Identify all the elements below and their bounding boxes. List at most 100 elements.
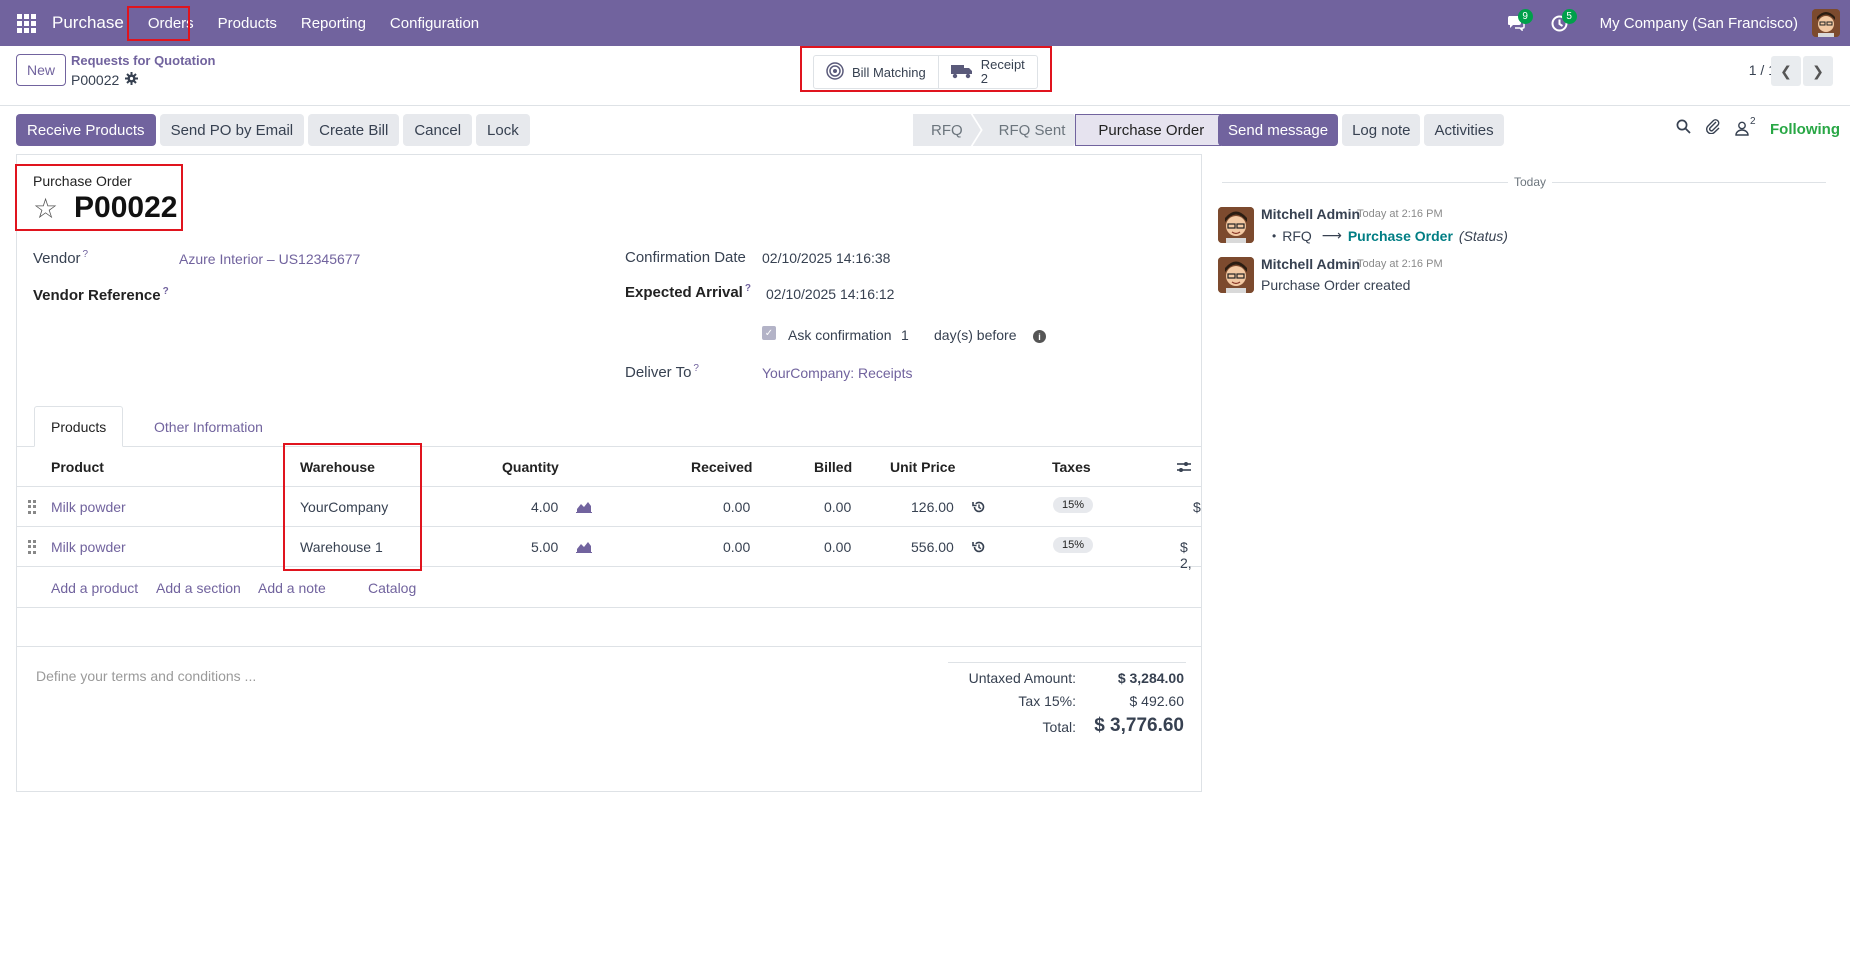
ask-confirmation-checkbox[interactable]: ✓ — [762, 326, 776, 340]
breadcrumb-parent[interactable]: Requests for Quotation — [71, 53, 215, 68]
notebook-tabs: Products Other Information — [16, 406, 1202, 447]
apps-menu-icon[interactable] — [0, 0, 52, 46]
row-warehouse[interactable]: Warehouse 1 — [300, 539, 383, 555]
col-quantity[interactable]: Quantity — [502, 459, 559, 475]
log-note-button[interactable]: Log note — [1342, 114, 1421, 146]
avatar[interactable] — [1218, 207, 1254, 243]
stage-rfq-sent[interactable]: RFQ Sent — [973, 114, 1084, 146]
col-billed[interactable]: Billed — [814, 459, 852, 475]
row-product[interactable]: Milk powder — [51, 539, 126, 555]
tax-badge[interactable]: 15% — [1053, 537, 1094, 553]
vendor-reference-help-mark[interactable]: ? — [163, 286, 169, 297]
add-product-link[interactable]: Add a product — [51, 580, 138, 596]
record-name: P00022 — [74, 191, 178, 224]
avatar[interactable] — [1218, 257, 1254, 293]
followers-count: 2 — [1750, 115, 1756, 127]
catalog-link[interactable]: Catalog — [368, 580, 416, 596]
bullet: • — [1272, 228, 1277, 243]
tax-badge[interactable]: 15% — [1053, 497, 1094, 513]
messages-icon[interactable]: 9 — [1494, 0, 1538, 46]
forecast-chart-icon[interactable] — [576, 500, 592, 516]
bill-matching-button[interactable]: Bill Matching — [814, 56, 939, 88]
notes-separator — [16, 646, 1202, 647]
messages-count-badge: 9 — [1517, 9, 1533, 24]
target-icon — [826, 61, 844, 83]
row-product[interactable]: Milk powder — [51, 499, 126, 515]
change-arrow: ⟶ — [1321, 227, 1342, 243]
info-icon[interactable]: i — [1033, 330, 1046, 343]
tab-products[interactable]: Products — [34, 406, 124, 447]
ask-confirmation-days[interactable]: 1 — [901, 327, 909, 343]
activities-clock-icon[interactable]: 5 — [1538, 0, 1582, 46]
tracked-field: (Status) — [1458, 227, 1508, 244]
expected-arrival-label-text: Expected Arrival — [625, 284, 743, 301]
vendor-label-text: Vendor — [33, 250, 81, 267]
deliver-to-field[interactable]: YourCompany: Receipts — [762, 365, 912, 381]
pager-next-icon[interactable]: ❯ — [1803, 56, 1833, 86]
row-quantity[interactable]: 4.00 — [531, 499, 558, 515]
confirmation-date-field[interactable]: 02/10/2025 14:16:38 — [762, 250, 890, 266]
untaxed-amount-value: $ 3,284.00 — [1117, 670, 1184, 686]
col-taxes[interactable]: Taxes — [1052, 459, 1091, 475]
control-panel: New Requests for Quotation P00022 Bill M… — [0, 46, 1850, 106]
add-section-link[interactable]: Add a section — [156, 580, 241, 596]
vendor-help-mark[interactable]: ? — [83, 249, 89, 260]
stage-purchase-order[interactable]: Purchase Order — [1075, 114, 1222, 146]
row-unit-price[interactable]: 126.00 — [911, 499, 954, 515]
menu-products[interactable]: Products — [206, 0, 289, 46]
col-received[interactable]: Received — [691, 459, 752, 475]
row-quantity[interactable]: 5.00 — [531, 539, 558, 555]
menu-configuration[interactable]: Configuration — [378, 0, 491, 46]
col-warehouse[interactable]: Warehouse — [300, 459, 375, 475]
table-row[interactable]: Milk powder Warehouse 1 5.00 0.00 0.00 5… — [16, 527, 1202, 571]
star-icon[interactable]: ☆ — [33, 195, 58, 223]
pager-previous-icon[interactable]: ❮ — [1771, 56, 1801, 86]
send-message-button[interactable]: Send message — [1218, 114, 1339, 146]
expected-arrival-help-mark[interactable]: ? — [745, 283, 751, 294]
row-unit-price[interactable]: 556.00 — [911, 539, 954, 555]
column-settings-icon[interactable] — [1176, 460, 1192, 477]
table-row[interactable]: Milk powder YourCompany 4.00 0.00 0.00 1… — [16, 487, 1202, 527]
cancel-button[interactable]: Cancel — [403, 114, 473, 146]
deliver-to-label-text: Deliver To — [625, 364, 692, 381]
drag-handle-icon[interactable] — [28, 540, 36, 554]
create-bill-button[interactable]: Create Bill — [308, 114, 400, 146]
stage-rfq[interactable]: RFQ — [913, 114, 981, 146]
vendor-label: Vendor? — [33, 249, 88, 267]
lock-button[interactable]: Lock — [476, 114, 530, 146]
add-note-link[interactable]: Add a note — [258, 580, 326, 596]
message-author[interactable]: Mitchell Admin — [1261, 206, 1360, 222]
history-icon[interactable] — [972, 540, 986, 557]
send-po-email-button[interactable]: Send PO by Email — [159, 114, 305, 146]
expected-arrival-field[interactable]: 02/10/2025 14:16:12 — [766, 286, 894, 302]
menu-reporting[interactable]: Reporting — [289, 0, 378, 46]
app-brand[interactable]: Purchase — [52, 13, 124, 33]
terms-field[interactable]: Define your terms and conditions ... — [36, 668, 256, 684]
gear-icon[interactable] — [125, 72, 139, 88]
paperclip-icon[interactable] — [1705, 118, 1721, 138]
new-button[interactable]: New — [16, 54, 66, 86]
chatter-tools: 2 — [1676, 116, 1756, 138]
message-time: Today at 2:16 PM — [1357, 208, 1443, 220]
company-switcher[interactable]: My Company (San Francisco) — [1600, 15, 1798, 32]
search-icon[interactable] — [1676, 119, 1691, 138]
deliver-to-help-mark[interactable]: ? — [693, 363, 699, 374]
col-product[interactable]: Product — [51, 459, 104, 475]
receipt-button[interactable]: Receipt 2 — [939, 56, 1037, 88]
user-avatar[interactable] — [1812, 9, 1840, 37]
top-navbar: Purchase Orders Products Reporting Confi… — [0, 0, 1850, 46]
activities-button[interactable]: Activities — [1424, 114, 1504, 146]
message-author[interactable]: Mitchell Admin — [1261, 256, 1360, 272]
tab-other-information[interactable]: Other Information — [138, 406, 279, 447]
followers-icon[interactable]: 2 — [1735, 116, 1756, 136]
tracking-change: • RFQ ⟶ Purchase Order (Status) — [1272, 227, 1508, 244]
vendor-field[interactable]: Azure Interior – US12345677 — [179, 251, 360, 267]
history-icon[interactable] — [972, 500, 986, 517]
receive-products-button[interactable]: Receive Products — [16, 114, 156, 146]
following-button[interactable]: Following — [1770, 121, 1840, 138]
drag-handle-icon[interactable] — [28, 500, 36, 514]
menu-orders[interactable]: Orders — [136, 0, 206, 46]
col-unit-price[interactable]: Unit Price — [890, 459, 955, 475]
row-warehouse[interactable]: YourCompany — [300, 499, 388, 515]
forecast-chart-icon[interactable] — [576, 540, 592, 556]
